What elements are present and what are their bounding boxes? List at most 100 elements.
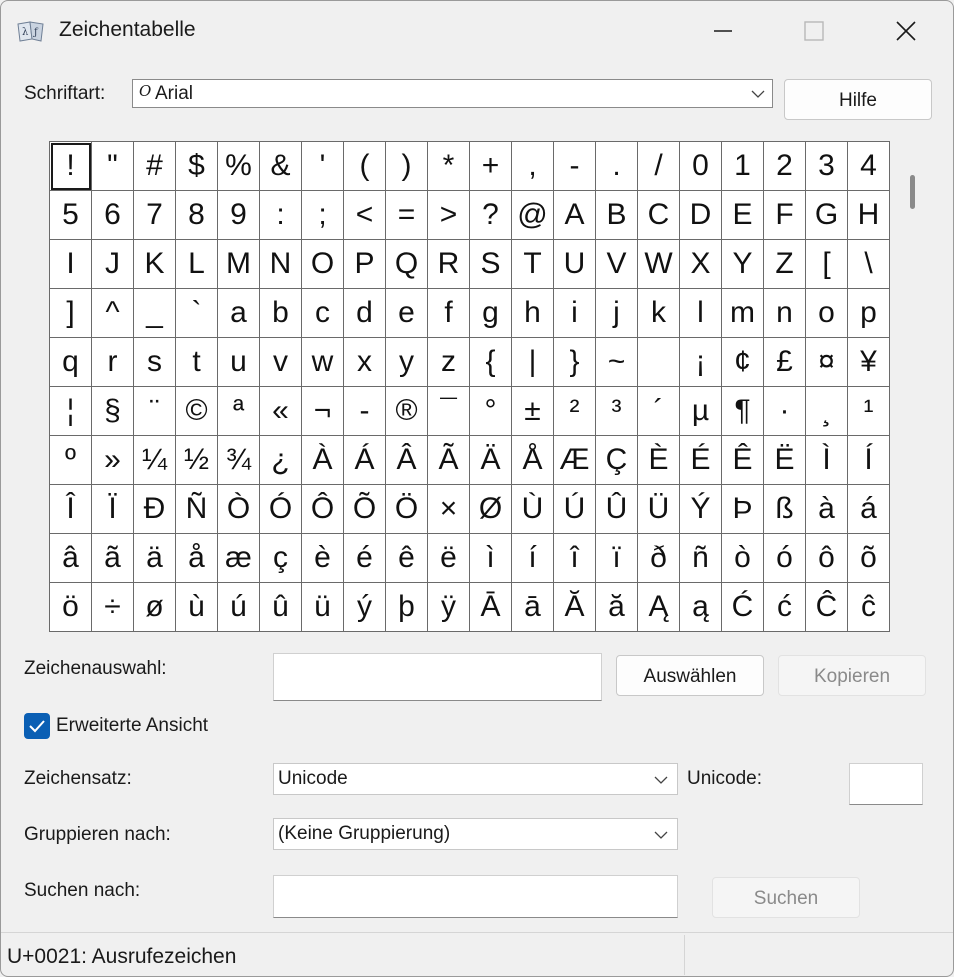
title-bar[interactable]: λ ƒ Zeichentabelle	[1, 1, 953, 59]
character-cell[interactable]: R	[428, 240, 470, 289]
character-cell[interactable]: ²	[554, 387, 596, 436]
character-cell[interactable]: v	[260, 338, 302, 387]
character-cell[interactable]: Ć	[722, 583, 764, 632]
character-cell[interactable]: ·	[764, 387, 806, 436]
character-cell[interactable]: ¸	[806, 387, 848, 436]
character-cell[interactable]: È	[638, 436, 680, 485]
character-cell[interactable]: Ú	[554, 485, 596, 534]
maximize-button[interactable]	[784, 9, 844, 53]
character-cell[interactable]: L	[176, 240, 218, 289]
character-cell[interactable]: H	[848, 191, 890, 240]
character-cell[interactable]: î	[554, 534, 596, 583]
character-cell[interactable]: ö	[50, 583, 92, 632]
character-cell[interactable]: û	[260, 583, 302, 632]
character-cell[interactable]: f	[428, 289, 470, 338]
character-cell[interactable]: ą	[680, 583, 722, 632]
character-cell[interactable]: Þ	[722, 485, 764, 534]
character-cell[interactable]: {	[470, 338, 512, 387]
character-cell[interactable]: Ø	[470, 485, 512, 534]
character-cell[interactable]: r	[92, 338, 134, 387]
character-cell[interactable]: o	[806, 289, 848, 338]
character-cell[interactable]: E	[722, 191, 764, 240]
character-cell[interactable]: !	[50, 142, 92, 191]
character-cell[interactable]: Ā	[470, 583, 512, 632]
character-cell[interactable]: ª	[218, 387, 260, 436]
minimize-button[interactable]	[693, 9, 753, 53]
character-cell[interactable]: >	[428, 191, 470, 240]
character-cell[interactable]: 4	[848, 142, 890, 191]
character-cell[interactable]: Ê	[722, 436, 764, 485]
character-cell[interactable]: *	[428, 142, 470, 191]
character-cell[interactable]: e	[386, 289, 428, 338]
character-cell[interactable]: W	[638, 240, 680, 289]
character-cell[interactable]: -	[554, 142, 596, 191]
character-cell[interactable]: ü	[302, 583, 344, 632]
character-cell[interactable]: 9	[218, 191, 260, 240]
character-cell[interactable]: ú	[218, 583, 260, 632]
character-cell[interactable]: Ü	[638, 485, 680, 534]
character-cell[interactable]: ^	[92, 289, 134, 338]
font-dropdown[interactable]: O Arial	[132, 79, 773, 108]
character-cell[interactable]: a	[218, 289, 260, 338]
character-cell[interactable]: ô	[806, 534, 848, 583]
character-cell[interactable]: s	[134, 338, 176, 387]
character-cell[interactable]: Ô	[302, 485, 344, 534]
charset-dropdown[interactable]: Unicode	[273, 763, 678, 795]
character-cell[interactable]: ¹	[848, 387, 890, 436]
character-cell[interactable]: Ò	[218, 485, 260, 534]
character-cell[interactable]: Î	[50, 485, 92, 534]
select-button[interactable]: Auswählen	[616, 655, 764, 696]
character-cell[interactable]: ×	[428, 485, 470, 534]
character-cell[interactable]: %	[218, 142, 260, 191]
character-cell[interactable]: I	[50, 240, 92, 289]
character-cell[interactable]: k	[638, 289, 680, 338]
character-cell[interactable]: B	[596, 191, 638, 240]
character-cell[interactable]: "	[92, 142, 134, 191]
character-cell[interactable]: ð	[638, 534, 680, 583]
character-cell[interactable]: T	[512, 240, 554, 289]
character-cell[interactable]: ê	[386, 534, 428, 583]
character-cell[interactable]: æ	[218, 534, 260, 583]
character-cell[interactable]: ã	[92, 534, 134, 583]
character-cell[interactable]: »	[92, 436, 134, 485]
character-cell[interactable]: \	[848, 240, 890, 289]
character-cell[interactable]: ¼	[134, 436, 176, 485]
grouping-dropdown[interactable]: (Keine Gruppierung)	[273, 818, 678, 850]
character-cell[interactable]: «	[260, 387, 302, 436]
character-cell[interactable]: É	[680, 436, 722, 485]
character-cell[interactable]: ¡	[680, 338, 722, 387]
character-cell[interactable]: §	[92, 387, 134, 436]
character-cell[interactable]: 0	[680, 142, 722, 191]
advanced-view-label[interactable]: Erweiterte Ansicht	[56, 715, 208, 737]
character-cell[interactable]: Ä	[470, 436, 512, 485]
character-cell[interactable]: Ç	[596, 436, 638, 485]
character-cell[interactable]: Ð	[134, 485, 176, 534]
character-cell[interactable]: j	[596, 289, 638, 338]
character-cell[interactable]: 1	[722, 142, 764, 191]
character-cell[interactable]: ¶	[722, 387, 764, 436]
character-cell[interactable]: ă	[596, 583, 638, 632]
character-cell[interactable]: V	[596, 240, 638, 289]
character-cell[interactable]: ¢	[722, 338, 764, 387]
character-cell[interactable]: b	[260, 289, 302, 338]
character-cell[interactable]: S	[470, 240, 512, 289]
character-cell[interactable]: /	[638, 142, 680, 191]
character-cell[interactable]: £	[764, 338, 806, 387]
character-cell[interactable]: ¨	[134, 387, 176, 436]
copy-button[interactable]: Kopieren	[778, 655, 926, 696]
character-cell[interactable]: x	[344, 338, 386, 387]
character-cell[interactable]: Ù	[512, 485, 554, 534]
character-cell[interactable]: ë	[428, 534, 470, 583]
character-cell[interactable]: ±	[512, 387, 554, 436]
character-cell[interactable]: G	[806, 191, 848, 240]
character-cell[interactable]: D	[680, 191, 722, 240]
character-cell[interactable]: ĉ	[848, 583, 890, 632]
character-cell[interactable]: ç	[260, 534, 302, 583]
character-cell[interactable]: þ	[386, 583, 428, 632]
character-cell[interactable]: Æ	[554, 436, 596, 485]
character-cell[interactable]: )	[386, 142, 428, 191]
character-cell[interactable]: [	[806, 240, 848, 289]
character-cell[interactable]: P	[344, 240, 386, 289]
character-cell[interactable]: y	[386, 338, 428, 387]
character-cell[interactable]: Ì	[806, 436, 848, 485]
